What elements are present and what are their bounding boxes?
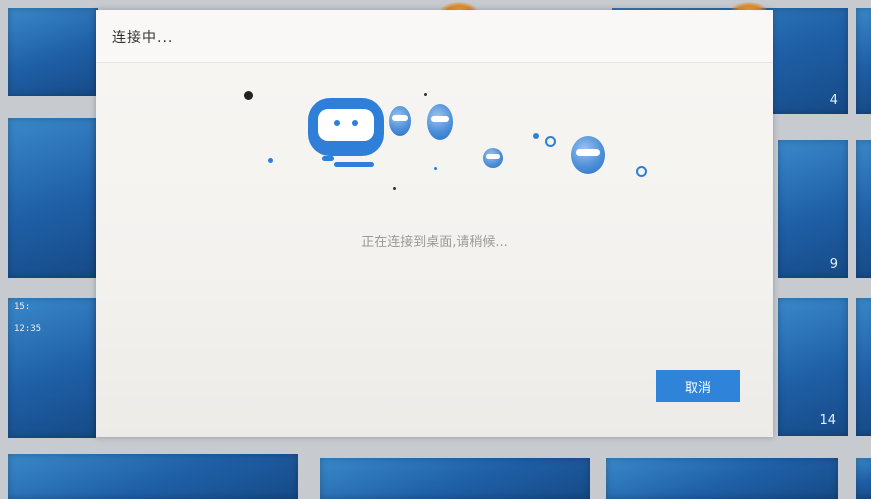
decorative-dot [424, 93, 427, 96]
decorative-dot [434, 167, 437, 170]
decorative-dot [268, 158, 273, 163]
remote-desktop-tile [8, 454, 298, 499]
tile-number: 14 [819, 413, 836, 428]
decorative-ring [545, 136, 556, 147]
remote-desktop-tile [856, 458, 871, 499]
decorative-dot [393, 187, 396, 190]
remote-desktop-tile [856, 298, 871, 436]
decorative-ring [636, 166, 647, 177]
remote-desktop-tile [8, 8, 98, 96]
decorative-dot [533, 133, 539, 139]
tile-clock: 12:35 [14, 324, 42, 334]
mascot-icon [308, 98, 384, 170]
remote-desktop-tile: 9 [778, 140, 848, 278]
tile-number: 9 [829, 257, 838, 272]
decorative-dot [244, 91, 253, 100]
remote-desktop-tile [320, 458, 590, 499]
mascot-bubble [389, 106, 411, 136]
tile-number: 4 [829, 93, 838, 108]
mascot-bubble [427, 104, 453, 140]
tile-clock: 15: [14, 302, 31, 312]
cancel-button[interactable]: 取消 [656, 370, 740, 402]
remote-desktop-tile [856, 8, 871, 114]
remote-desktop-tile [606, 458, 838, 499]
connecting-dialog: 连接中... 正在连接到桌面,请稍候... 取消 [96, 10, 773, 437]
remote-desktop-tile: 14 [778, 298, 848, 436]
remote-desktop-tile [8, 118, 96, 278]
connecting-status-text: 正在连接到桌面,请稍候... [361, 235, 508, 250]
remote-desktop-tile: 15: 12:35 [8, 298, 96, 438]
connecting-animation [96, 10, 773, 210]
remote-desktop-tile [856, 140, 871, 278]
